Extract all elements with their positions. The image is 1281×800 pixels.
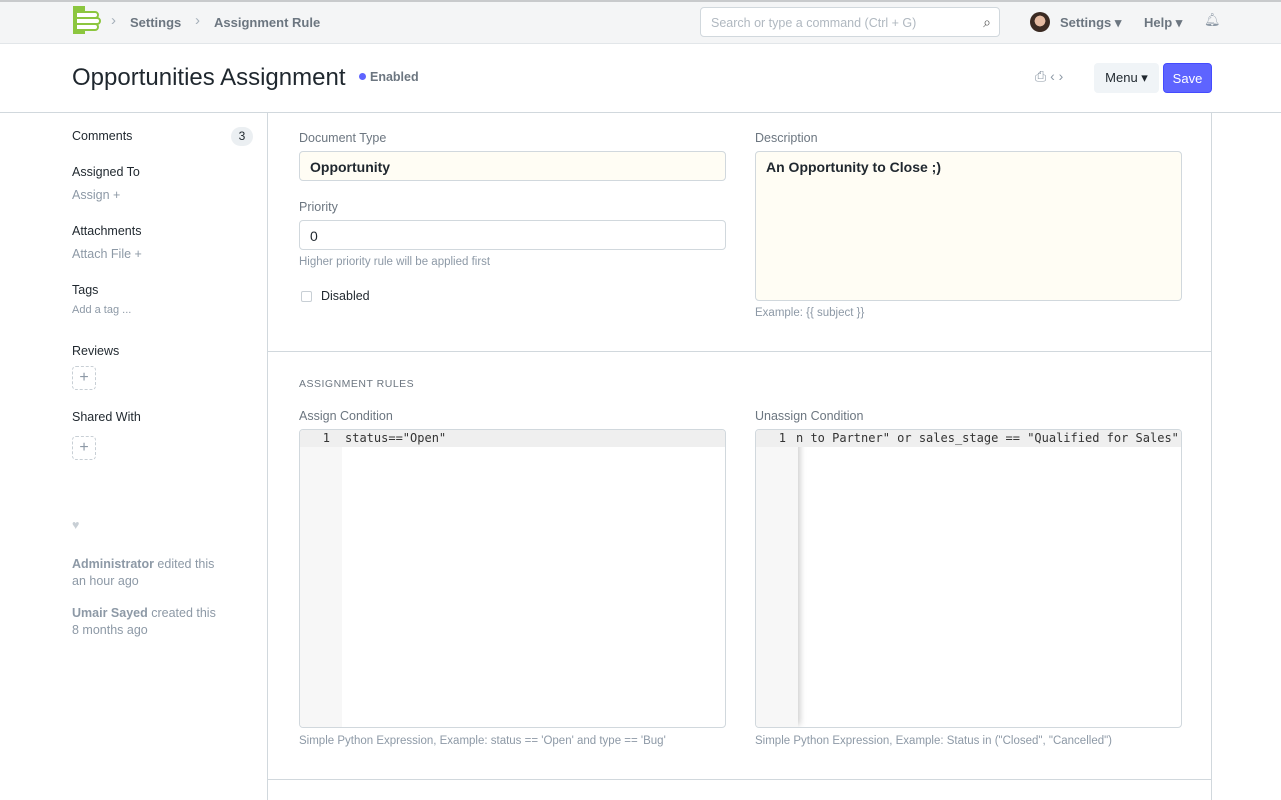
activity-item: Administrator edited this an hour ago [72,556,214,590]
navbar: › Settings › Assignment Rule Search or t… [0,0,1281,44]
menu-button[interactable]: Menu ▾ [1094,63,1159,93]
attach-file-link[interactable]: Attach File + [72,247,142,261]
line-gutter [300,430,342,727]
reviews-label: Reviews [72,344,120,358]
activity-time: 8 months ago [72,623,148,637]
line-gutter [756,430,798,727]
chevron-right-icon: › [111,12,116,29]
section-heading: ASSIGNMENT RULES [299,378,415,390]
menu-label: Menu [1105,70,1138,85]
add-share-button[interactable]: + [72,436,96,460]
add-review-button[interactable]: + [72,366,96,390]
assigned-to-label: Assigned To [72,165,140,179]
assign-condition-editor[interactable]: 1 status=="Open" [299,429,726,728]
tags-label: Tags [72,283,99,297]
priority-help: Higher priority rule will be applied fir… [299,256,491,268]
line-number: 1 [322,431,330,445]
heart-icon[interactable]: ♥ [72,518,79,532]
print-icon[interactable]: ⎙ [1035,68,1046,84]
add-tag-input[interactable]: Add a tag ... [72,304,131,316]
unassign-condition-label: Unassign Condition [755,409,864,423]
prev-icon[interactable]: ‹ [1050,68,1055,84]
bell-icon[interactable]: 🔔︎ [1204,12,1221,28]
code-text: n to Partner" or sales_stage == "Qualifi… [796,431,1179,445]
page-header: Opportunities Assignment Enabled ⎙ ‹ › M… [0,44,1281,113]
disabled-label: Disabled [321,289,370,303]
page-title: Opportunities Assignment [72,64,346,91]
shared-with-label: Shared With [72,410,141,424]
search-icon: ⌕ [983,14,991,30]
activity-action: edited this [153,557,215,571]
comments-label[interactable]: Comments [72,129,132,143]
help-dropdown[interactable]: Help ▾ [1144,15,1182,31]
activity-item: Umair Sayed created this 8 months ago [72,605,216,639]
status-indicator [359,73,366,80]
avatar[interactable] [1030,12,1050,32]
header-icons: ⎙ ‹ › [1035,68,1063,85]
activity-action: created this [147,606,216,620]
form-body: Document Type Opportunity Priority 0 Hig… [267,113,1212,800]
search-placeholder: Search or type a command (Ctrl + G) [711,16,917,30]
breadcrumb-assignment-rule[interactable]: Assignment Rule [214,15,320,30]
activity-user: Umair Sayed [72,606,148,620]
comments-count: 3 [231,127,253,146]
attachments-label: Attachments [72,224,142,238]
assign-link[interactable]: Assign + [72,188,120,202]
unassign-condition-help: Simple Python Expression, Example: Statu… [755,735,1113,747]
divider [268,351,1211,352]
next-icon[interactable]: › [1059,68,1064,84]
disabled-checkbox[interactable] [301,291,312,302]
activity-user: Administrator [72,557,154,571]
status-badge: Enabled [370,70,419,84]
breadcrumb-settings[interactable]: Settings [130,15,181,30]
chevron-right-icon: › [195,12,200,29]
assign-condition-label: Assign Condition [299,409,393,423]
code-text: status=="Open" [345,431,447,445]
description-help: Example: {{ subject }} [755,307,865,319]
description-label: Description [755,131,818,145]
priority-label: Priority [299,200,338,214]
document-type-input[interactable]: Opportunity [299,151,726,181]
help-label: Help [1144,15,1173,30]
unassign-condition-editor[interactable]: 1 n to Partner" or sales_stage == "Quali… [755,429,1182,728]
settings-label: Settings [1060,15,1112,30]
description-textarea[interactable]: An Opportunity to Close ;) [755,151,1182,301]
activity-time: an hour ago [72,574,139,588]
assign-condition-help: Simple Python Expression, Example: statu… [299,735,666,747]
app-logo-icon[interactable] [73,6,101,34]
document-type-label: Document Type [299,131,387,145]
divider [268,779,1211,780]
settings-dropdown[interactable]: Settings ▾ [1060,15,1121,31]
search-input[interactable]: Search or type a command (Ctrl + G) ⌕ [700,7,1000,37]
save-button[interactable]: Save [1163,63,1212,93]
line-number: 1 [778,431,786,445]
priority-input[interactable]: 0 [299,220,726,250]
